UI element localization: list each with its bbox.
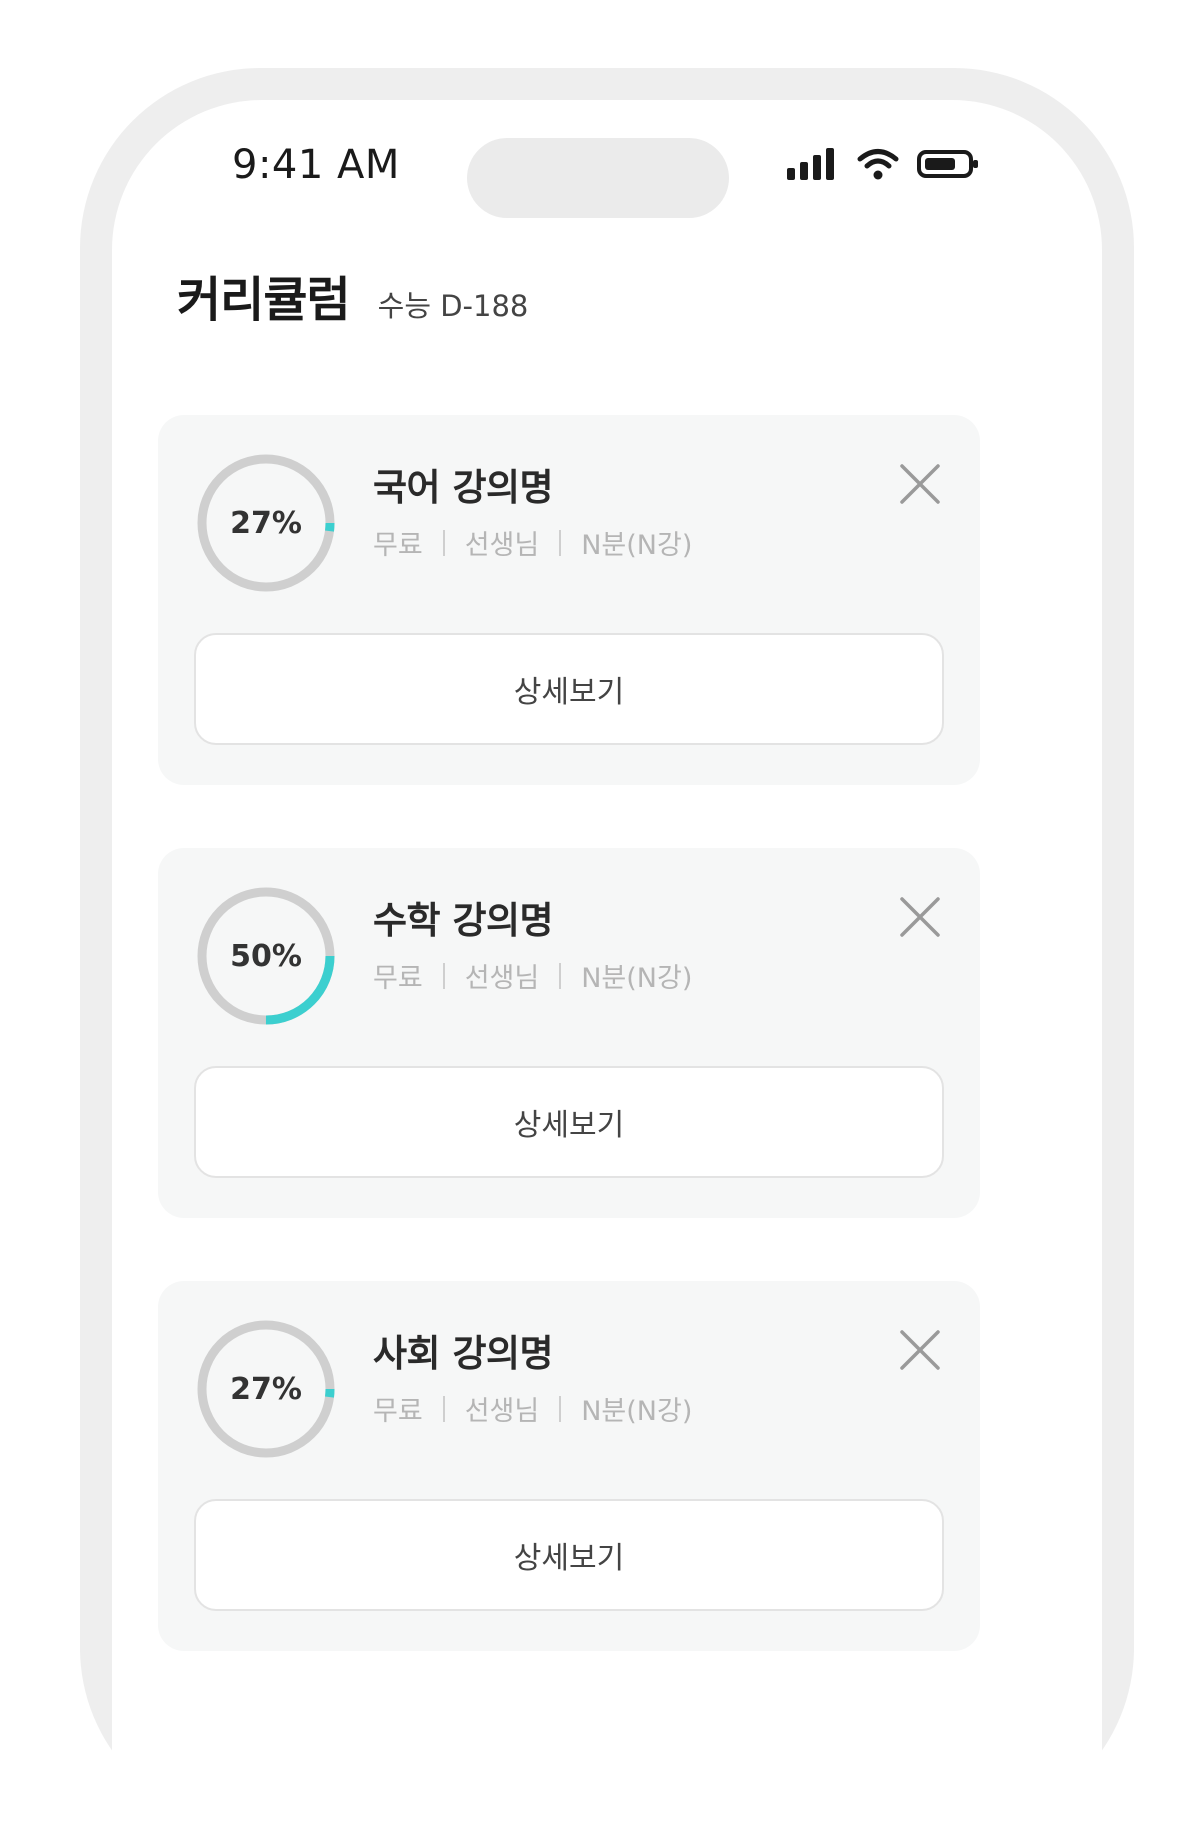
meta-divider — [559, 529, 562, 556]
status-bar: 9:41 AM — [112, 100, 1102, 240]
detail-button[interactable]: 상세보기 — [194, 1499, 944, 1611]
course-teacher: 선생님 — [464, 1396, 540, 1427]
close-icon[interactable] — [896, 460, 944, 508]
course-duration: N분(N강) — [581, 1396, 693, 1427]
course-title: 국어 강의명 — [373, 466, 554, 509]
battery-icon — [917, 149, 979, 179]
course-price: 무료 — [373, 963, 423, 994]
progress-ring: 27% — [194, 451, 338, 595]
progress-label: 27% — [230, 1371, 302, 1407]
dday-counter: 수능 D-188 — [377, 289, 529, 323]
phone-screen: 9:41 AM 커리큘럼 수능 D-188 27% 국어 강의명 무료 선생님 … — [112, 100, 1102, 1828]
status-icons — [787, 148, 979, 180]
course-card: 27% 국어 강의명무료 선생님 N분(N강) 상세보기 — [158, 415, 980, 785]
wifi-icon — [857, 148, 899, 180]
course-meta: 무료 선생님 N분(N강) — [373, 1389, 692, 1428]
meta-divider — [559, 1395, 562, 1422]
progress-ring: 50% — [194, 884, 338, 1028]
meta-divider — [559, 962, 562, 989]
detail-button[interactable]: 상세보기 — [194, 633, 944, 745]
course-title: 사회 강의명 — [373, 1332, 554, 1375]
status-time: 9:41 AM — [232, 142, 400, 188]
meta-divider — [442, 529, 445, 556]
close-icon[interactable] — [896, 893, 944, 941]
course-meta: 무료 선생님 N분(N강) — [373, 523, 692, 562]
course-card: 50% 수학 강의명무료 선생님 N분(N강) 상세보기 — [158, 848, 980, 1218]
course-teacher: 선생님 — [464, 963, 540, 994]
course-duration: N분(N강) — [581, 530, 693, 561]
course-meta: 무료 선생님 N분(N강) — [373, 956, 692, 995]
page-header: 커리큘럼 수능 D-188 — [177, 260, 528, 330]
course-title: 수학 강의명 — [373, 899, 554, 942]
cellular-signal-icon — [787, 148, 839, 180]
meta-divider — [442, 1395, 445, 1422]
meta-divider — [442, 962, 445, 989]
course-card: 27% 사회 강의명무료 선생님 N분(N강) 상세보기 — [158, 1281, 980, 1651]
course-price: 무료 — [373, 1396, 423, 1427]
progress-label: 27% — [230, 505, 302, 541]
course-teacher: 선생님 — [464, 530, 540, 561]
course-duration: N분(N강) — [581, 963, 693, 994]
phone-frame: 9:41 AM 커리큘럼 수능 D-188 27% 국어 강의명 무료 선생님 … — [80, 68, 1134, 1828]
close-icon[interactable] — [896, 1326, 944, 1374]
progress-ring: 27% — [194, 1317, 338, 1461]
page-title: 커리큘럼 — [177, 272, 351, 328]
dynamic-island — [467, 138, 729, 218]
progress-label: 50% — [230, 938, 302, 974]
detail-button[interactable]: 상세보기 — [194, 1066, 944, 1178]
course-price: 무료 — [373, 530, 423, 561]
